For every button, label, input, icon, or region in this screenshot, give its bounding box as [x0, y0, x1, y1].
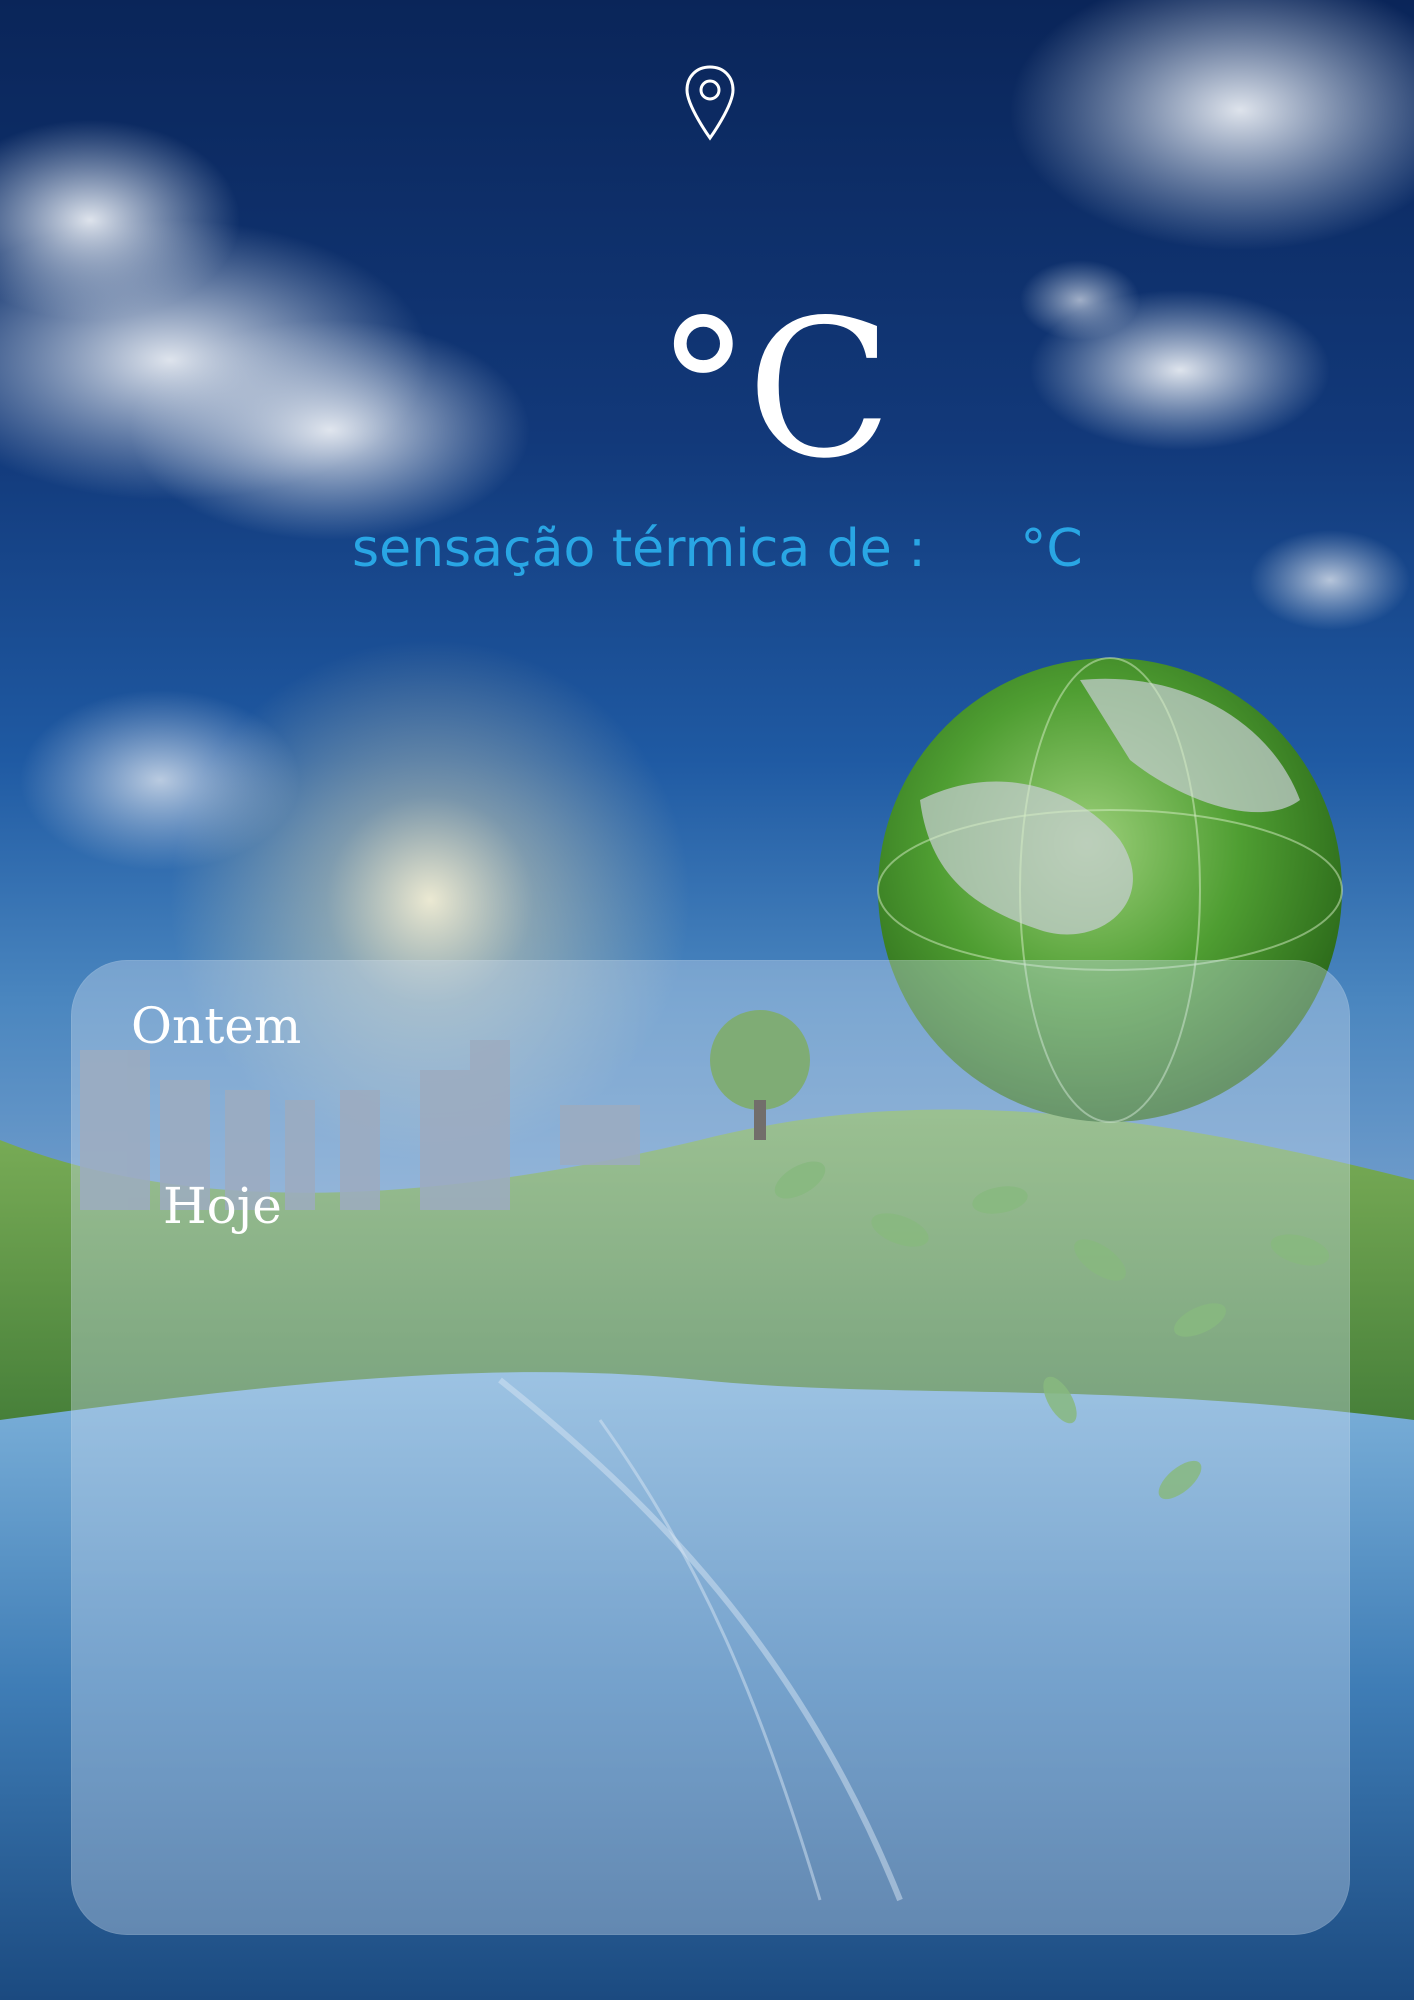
- current-temperature: °C: [0, 290, 1414, 490]
- yesterday-label: Ontem: [131, 997, 302, 1055]
- temperature-unit: °C: [655, 279, 892, 500]
- feels-like-unit: °C: [1020, 519, 1083, 579]
- feels-like: sensação térmica de : °C: [352, 514, 1083, 584]
- history-card: Ontem Hoje: [71, 960, 1350, 1935]
- today-label: Hoje: [163, 1177, 282, 1235]
- feels-like-label: sensação térmica de :: [352, 519, 926, 579]
- location-pin-icon[interactable]: [684, 64, 736, 142]
